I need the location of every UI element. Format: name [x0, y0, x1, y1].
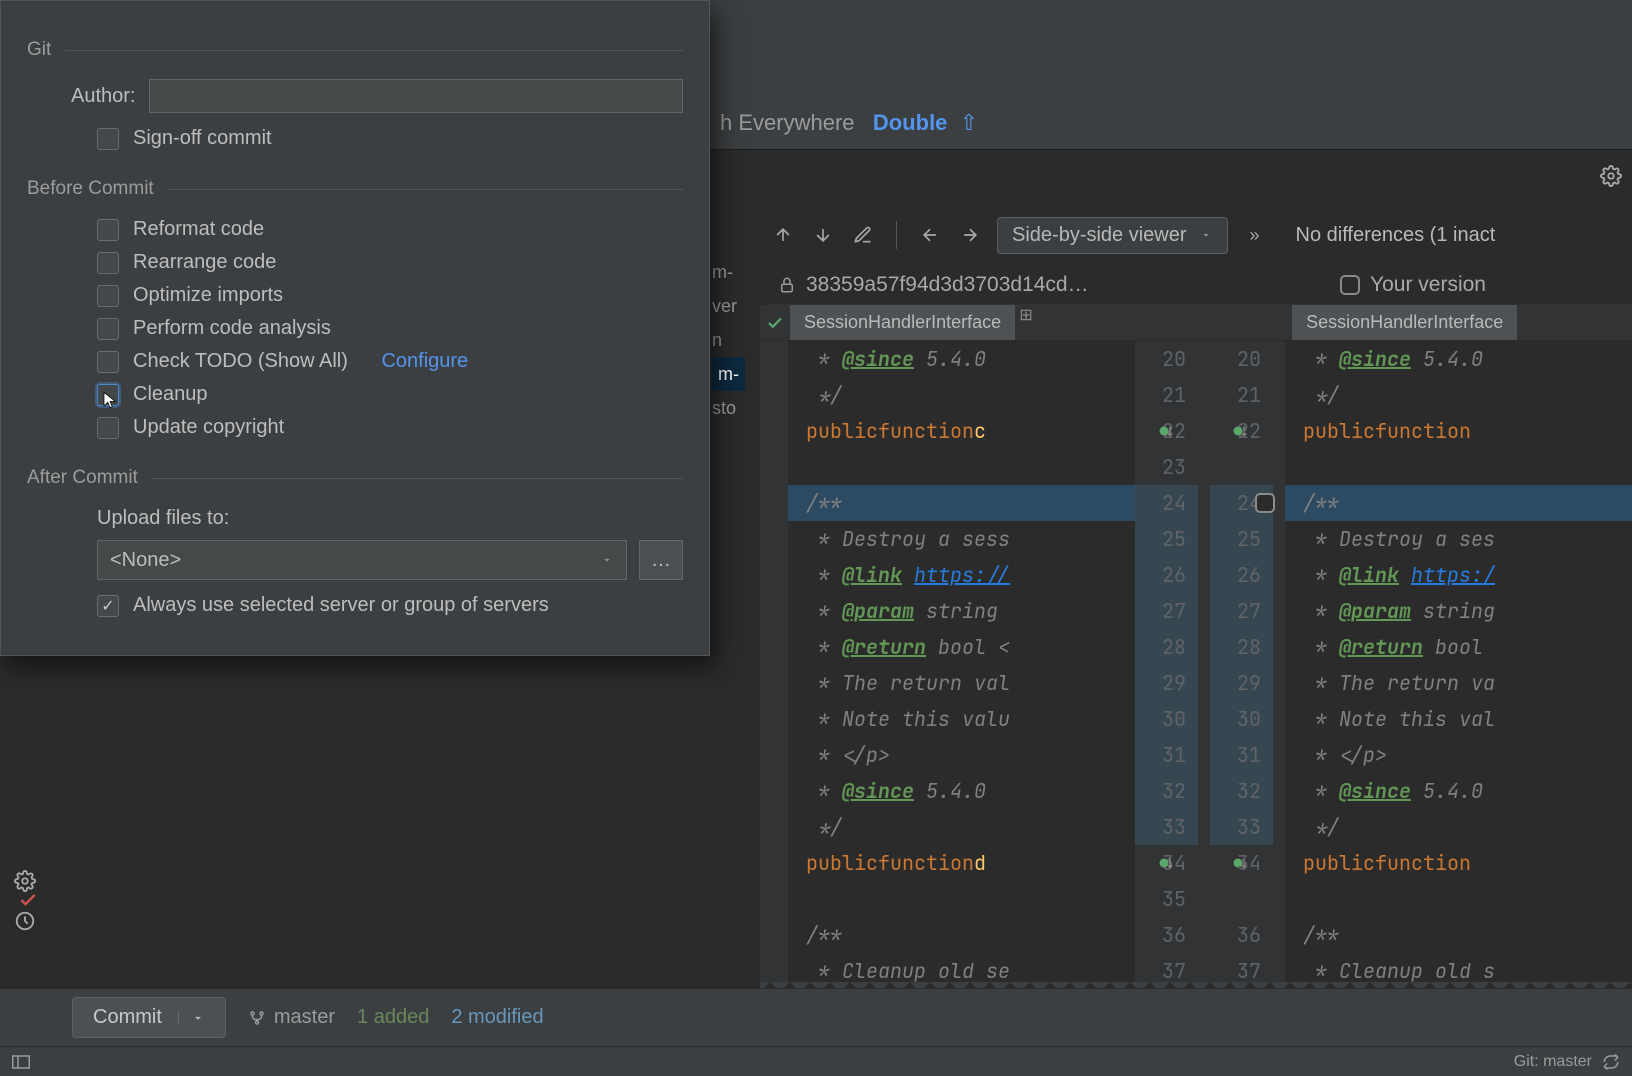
modified-count: 2 modified: [451, 1006, 543, 1029]
diff-status: No differences (1 inact: [1296, 224, 1496, 247]
tab-strip: SessionHandlerInterface ⊞ SessionHandler…: [760, 305, 1632, 341]
tab-left[interactable]: SessionHandlerInterface: [790, 305, 1015, 340]
version-header: 38359a57f94d3d3703d14cd… Your version: [770, 265, 1632, 305]
cleanup-checkbox[interactable]: [97, 384, 119, 406]
chevron-down-icon[interactable]: [178, 1011, 205, 1025]
always-use-checkbox[interactable]: [97, 595, 119, 617]
search-everywhere-hint: h Everywhere Double ⇧: [720, 110, 978, 136]
expand-icon[interactable]: »: [1242, 222, 1268, 248]
configure-link[interactable]: Configure: [381, 350, 468, 373]
git-branch-status[interactable]: Git: master: [1514, 1053, 1592, 1071]
gear-icon[interactable]: [1600, 165, 1622, 187]
tab-right[interactable]: SessionHandlerInterface: [1292, 305, 1517, 340]
reformat-checkbox[interactable]: [97, 219, 119, 241]
view-mode-select[interactable]: Side-by-side viewer: [997, 217, 1228, 254]
left-version-hash: 38359a57f94d3d3703d14cd…: [806, 273, 1089, 297]
bg-fragment: m- ver n m- sto: [712, 255, 745, 425]
git-section-title: Git: [27, 39, 51, 61]
upload-label: Upload files to:: [97, 507, 683, 530]
author-input[interactable]: [149, 79, 683, 113]
copyright-checkbox[interactable]: [97, 417, 119, 439]
version-checkbox[interactable]: [1340, 275, 1360, 295]
settings-icon[interactable]: [14, 870, 36, 892]
commit-options-popup: Git Author: Sign-off commit Before Commi…: [0, 0, 710, 656]
gutter-right: 20212224252627282930313233343637: [1210, 341, 1285, 996]
rearrange-checkbox[interactable]: [97, 252, 119, 274]
status-bar: Git: master: [0, 1046, 1632, 1076]
code-pane-left[interactable]: * @since 5.4.0 */public function c/** * …: [788, 341, 1135, 996]
analysis-checkbox[interactable]: [97, 318, 119, 340]
signoff-label: Sign-off commit: [133, 127, 272, 150]
commit-button[interactable]: Commit: [72, 997, 226, 1038]
fold-icon[interactable]: ⊞: [1015, 305, 1037, 340]
arrow-down-icon[interactable]: [810, 222, 836, 248]
arrow-right-icon[interactable]: [957, 222, 983, 248]
upload-target-select[interactable]: <None>: [97, 540, 627, 580]
history-icon[interactable]: [14, 910, 36, 932]
sync-icon[interactable]: [1602, 1053, 1620, 1071]
edit-icon[interactable]: [850, 222, 876, 248]
diff-body: * @since 5.4.0 */public function c/** * …: [760, 341, 1632, 996]
diff-toolbar: Side-by-side viewer » No differences (1 …: [770, 210, 1632, 260]
signoff-checkbox[interactable]: [97, 128, 119, 150]
optimize-checkbox[interactable]: [97, 285, 119, 307]
after-commit-title: After Commit: [27, 467, 138, 489]
lock-icon: [778, 276, 796, 294]
layout-icon[interactable]: [12, 1055, 30, 1069]
before-commit-title: Before Commit: [27, 178, 154, 200]
upload-browse-button[interactable]: …: [639, 540, 683, 580]
arrow-up-icon[interactable]: [770, 222, 796, 248]
check-icon: [760, 305, 790, 340]
todo-checkbox[interactable]: [97, 351, 119, 373]
arrow-left-icon[interactable]: [917, 222, 943, 248]
added-count: 1 added: [357, 1006, 429, 1029]
right-version-label: Your version: [1370, 273, 1486, 297]
code-pane-right[interactable]: * @since 5.4.0 */public function /** * D…: [1285, 341, 1632, 996]
commit-bar: Commit master 1 added 2 modified: [0, 988, 1632, 1046]
author-label: Author:: [71, 85, 135, 108]
branch-indicator[interactable]: master: [248, 1006, 335, 1029]
